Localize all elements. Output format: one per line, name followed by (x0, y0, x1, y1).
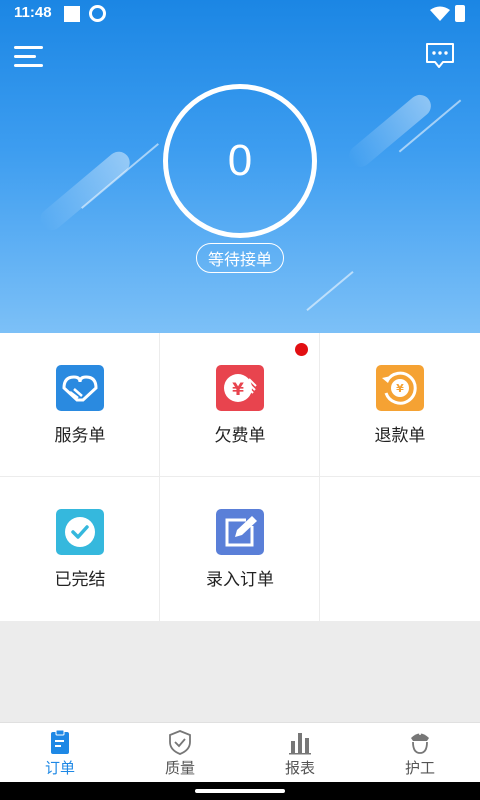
header-banner: 11:48 0 等待接单 (0, 0, 480, 333)
nav-tab-reports[interactable]: 报表 (240, 723, 360, 783)
app-screen: 11:48 0 等待接单 服务单 ¥ 欠费单 ¥ 退款单 已完结 录入订单 订单… (0, 0, 480, 800)
bar-chart-icon (289, 733, 311, 755)
grid-item-label: 已完结 (54, 570, 106, 590)
nurse-icon (411, 732, 429, 754)
svg-text:¥: ¥ (232, 380, 244, 400)
notification-icon (64, 6, 80, 22)
grid-item-service-order[interactable]: 服务单 (0, 333, 160, 477)
menu-button[interactable] (14, 44, 44, 68)
grid-item-arrears-order[interactable]: ¥ 欠费单 (160, 333, 320, 477)
function-grid: 服务单 ¥ 欠费单 ¥ 退款单 已完结 录入订单 (0, 333, 480, 621)
counter-value: 0 (227, 136, 253, 185)
nav-label: 质量 (164, 759, 195, 777)
menu-icon (14, 46, 43, 49)
grid-item-label: 服务单 (54, 426, 106, 446)
decor-streak (35, 147, 135, 235)
grid-item-label: 录入订单 (206, 570, 274, 590)
clipboard-icon (51, 729, 69, 754)
shield-check-icon (169, 730, 191, 755)
battery-icon (455, 5, 465, 22)
grid-item-refund-order[interactable]: ¥ 退款单 (320, 333, 480, 477)
yuan-icon: ¥ (216, 365, 264, 411)
grid-item-completed[interactable]: 已完结 (0, 477, 160, 621)
refund-icon: ¥ (376, 365, 424, 411)
status-badge: 等待接单 (196, 243, 284, 273)
svg-text:¥: ¥ (396, 382, 404, 395)
grid-item-enter-order[interactable]: 录入订单 (160, 477, 320, 621)
check-icon (56, 509, 104, 555)
bottom-navigation: 订单 质量 报表 护工 (0, 722, 480, 782)
sync-icon (89, 5, 106, 22)
nav-label: 护工 (404, 759, 435, 777)
wifi-icon (430, 6, 450, 21)
chat-icon (426, 43, 454, 68)
grid-item-label: 欠费单 (214, 426, 266, 446)
nav-tab-orders[interactable]: 订单 (0, 723, 120, 783)
nav-label: 报表 (284, 759, 315, 777)
nav-tab-caregiver[interactable]: 护工 (360, 723, 480, 783)
status-bar: 11:48 (0, 0, 480, 28)
handshake-icon (56, 365, 104, 411)
nav-label: 订单 (44, 759, 75, 777)
pending-order-counter: 0 (163, 84, 317, 238)
notification-badge (295, 343, 308, 356)
grid-empty-cell (320, 477, 480, 621)
message-button[interactable] (425, 42, 455, 70)
grid-item-label: 退款单 (374, 426, 426, 446)
edit-icon (216, 509, 264, 555)
status-time: 11:48 (14, 4, 52, 21)
decor-line (306, 270, 354, 312)
nav-tab-quality[interactable]: 质量 (120, 723, 240, 783)
home-indicator[interactable] (195, 789, 285, 793)
